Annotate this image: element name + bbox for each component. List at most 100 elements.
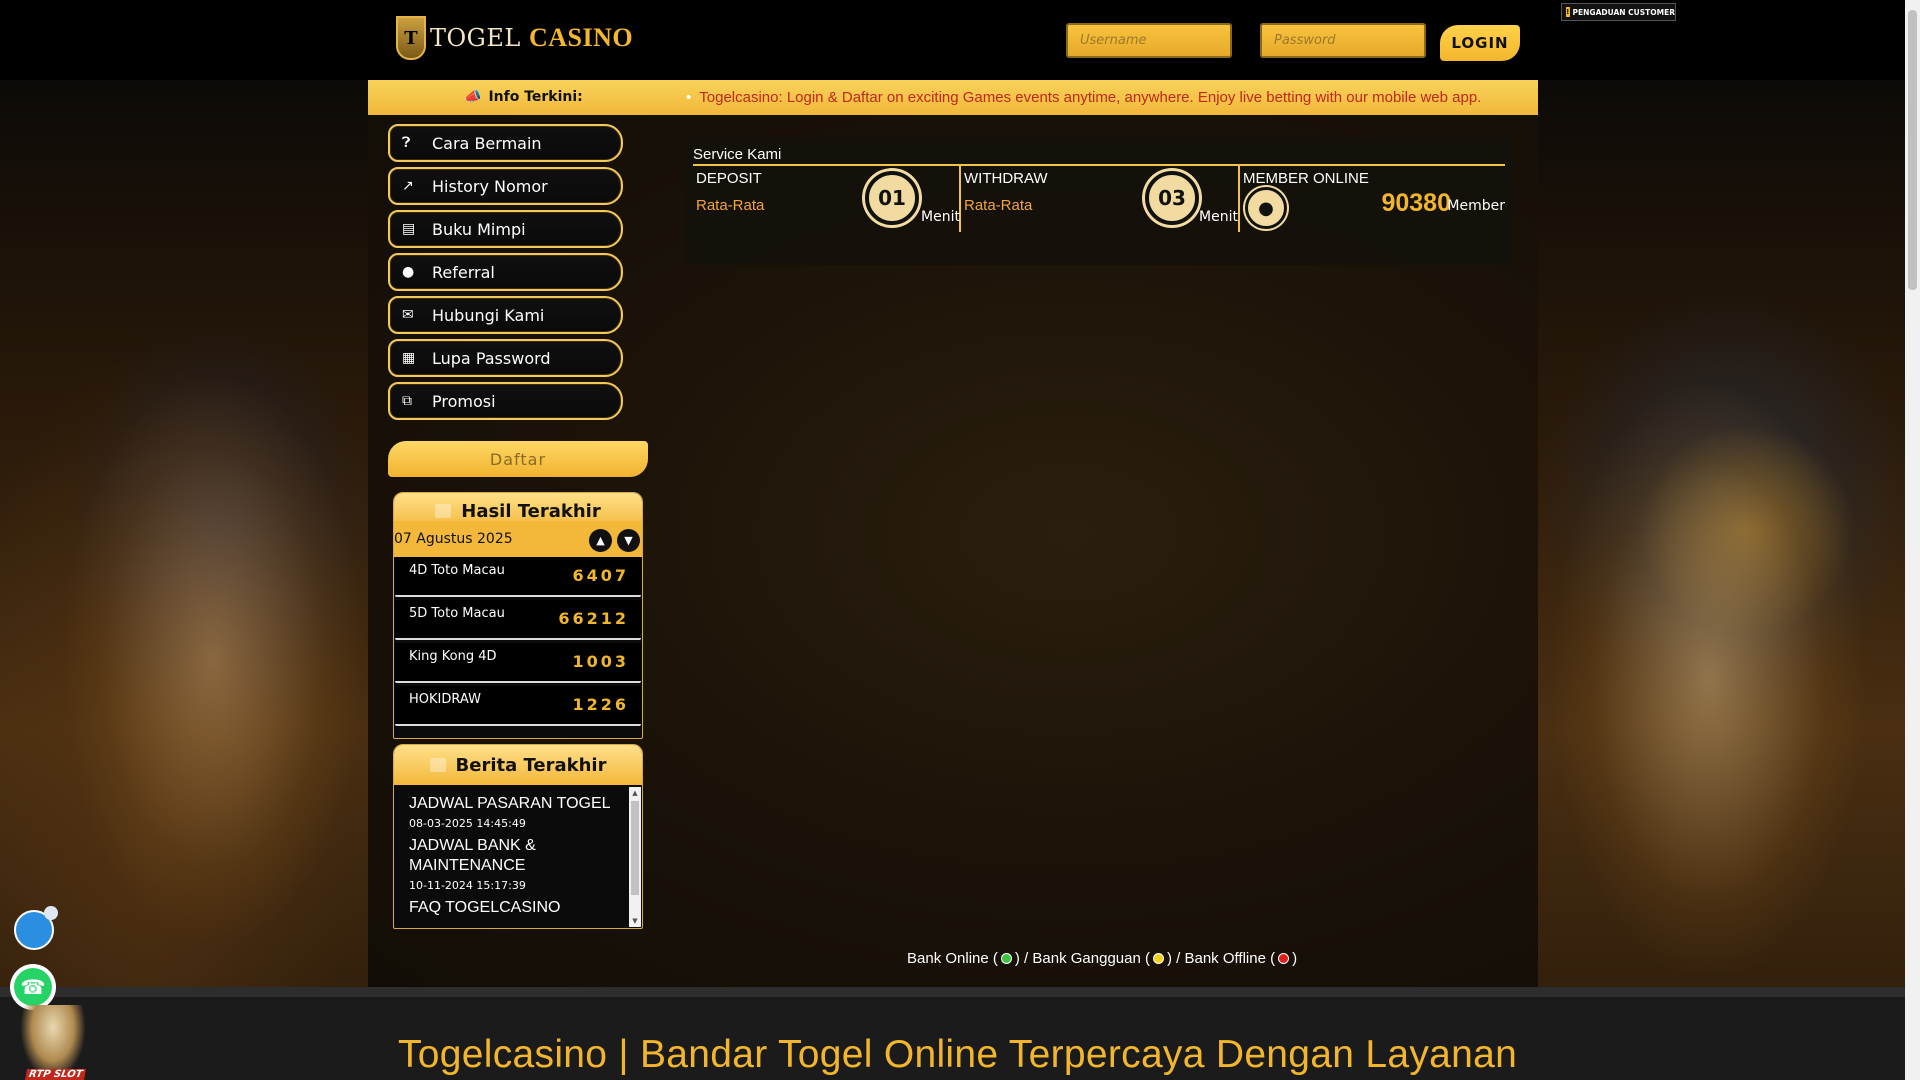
background-art-right: [1536, 80, 1920, 1080]
menu-item-buku-mimpi[interactable]: ▤ Buku Mimpi: [388, 210, 623, 248]
results-panel: Hasil Terakhir 07 Agustus 2025 ▲ ▼ 4D To…: [393, 492, 643, 739]
site-header: T TOGEL CASINO LOGIN ! PENGADUAN CUSTOME…: [0, 0, 1905, 80]
whatsapp-button[interactable]: ☎: [10, 964, 56, 1010]
news-item[interactable]: FAQ TOGELCASINO: [409, 898, 629, 918]
results-date-row: 07 Agustus 2025 ▲ ▼: [394, 521, 642, 557]
results-date: 07 Agustus 2025: [394, 531, 513, 547]
ticker-marquee-text: Togelcasino: Login & Daftar on exciting …: [686, 89, 1481, 106]
news-item[interactable]: JADWAL PASARAN TOGEL 08-03-2025 14:45:49: [409, 794, 629, 830]
news-item-title[interactable]: FAQ TOGELCASINO: [409, 898, 629, 918]
result-row: King Kong 4D 1003: [395, 643, 641, 683]
withdraw-stat: WITHDRAW Rata-Rata 03 Menit: [961, 166, 1240, 232]
online-status-dot: [1000, 953, 1012, 964]
background-art-left: [0, 80, 368, 1080]
group-users-icon: ●: [1245, 187, 1287, 229]
menu-item-label: Cara Bermain: [432, 133, 542, 153]
withdraw-minutes-word: Menit: [1199, 209, 1238, 225]
deposit-stat: DEPOSIT Rata-Rata 01 Menit: [693, 166, 961, 232]
news-item-title[interactable]: JADWAL PASARAN TOGEL: [409, 794, 629, 814]
calendar-icon: [429, 758, 446, 772]
deposit-minutes-word: Menit: [921, 209, 960, 225]
menu-item-lupa-password[interactable]: ▦ Lupa Password: [388, 339, 623, 377]
withdraw-label: WITHDRAW: [964, 170, 1048, 187]
menu-item-label: Buku Mimpi: [432, 219, 526, 239]
menu-item-cara-bermain[interactable]: ❓︎ Cara Bermain: [388, 124, 623, 162]
bank-online-label: Bank Online (: [907, 950, 998, 967]
clone-icon: ⧉: [402, 393, 412, 409]
megaphone-icon: 📣: [464, 89, 482, 105]
result-row: HOKIDRAW 1226: [395, 686, 641, 726]
results-title: Hasil Terakhir: [461, 500, 601, 522]
member-word: Member: [1447, 198, 1505, 214]
login-button[interactable]: LOGIN: [1440, 25, 1520, 61]
result-row: 4D Toto Macau 6407: [395, 557, 641, 597]
result-number: 66212: [558, 609, 629, 628]
page-scrollbar[interactable]: [1905, 0, 1920, 1080]
scroll-down-arrow-icon[interactable]: ▼: [629, 915, 641, 927]
bank-offline-label: ) / Bank Offline (: [1166, 950, 1276, 967]
service-panel: Service Kami DEPOSIT Rata-Rata 01 Menit …: [684, 137, 1514, 265]
daftar-button[interactable]: Daftar: [388, 441, 648, 477]
rtp-slot-widget[interactable]: RTP SLOT: [20, 1005, 87, 1080]
menu-item-hubungi-kami[interactable]: ✉ Hubungi Kami: [388, 296, 623, 334]
news-panel: Berita Terakhir JADWAL PASARAN TOGEL 08-…: [393, 744, 643, 929]
result-market-name: King Kong 4D: [409, 649, 497, 664]
result-number: 1226: [572, 695, 629, 714]
calendar-icon: ▦: [402, 350, 416, 366]
footer-heading: Togelcasino | Bandar Togel Online Terper…: [398, 1033, 1518, 1076]
deposit-sub: Rata-Rata: [696, 197, 765, 214]
news-scrollbar[interactable]: ▲ ▼: [629, 787, 641, 927]
news-item-date: 08-03-2025 14:45:49: [409, 817, 526, 830]
live-chat-bubble-icon[interactable]: [14, 906, 58, 950]
result-market-name: HOKIDRAW: [409, 692, 481, 707]
page-scrollbar-thumb[interactable]: [1908, 10, 1917, 290]
menu-item-label: Promosi: [432, 391, 496, 411]
info-ticker: 📣 Info Terkini: Togelcasino: Login & Daf…: [368, 80, 1538, 115]
username-input[interactable]: [1066, 23, 1232, 58]
rtp-slot-label: RTP SLOT: [25, 1069, 87, 1080]
bank-gangguan-label: ) / Bank Gangguan (: [1014, 950, 1150, 967]
chat-icon: ✉: [402, 307, 414, 323]
service-title: Service Kami: [693, 146, 782, 163]
withdraw-sub: Rata-Rata: [964, 197, 1033, 214]
chevron-down-icon[interactable]: ▼: [617, 529, 640, 552]
news-item-title[interactable]: JADWAL BANK & MAINTENANCE: [409, 836, 629, 876]
ticker-label: 📣 Info Terkini:: [464, 89, 583, 105]
crown-crest-icon: T: [396, 16, 426, 60]
logo-text-togel: TOGEL: [430, 24, 521, 52]
alarm-clock-icon: 03: [1145, 171, 1199, 225]
alarm-clock-icon: 01: [865, 171, 919, 225]
alert-icon: !: [1566, 7, 1570, 17]
menu-item-label: Referral: [432, 262, 495, 282]
customer-complaint-button[interactable]: ! PENGADUAN CUSTOMER: [1561, 3, 1676, 21]
site-logo[interactable]: T TOGEL CASINO: [396, 14, 633, 62]
member-online-stat: MEMBER ONLINE ● 90380 Member: [1240, 166, 1507, 232]
logo-text-casino: CASINO: [528, 23, 634, 52]
menu-item-label: History Nomor: [432, 176, 548, 196]
gangguan-status-dot: [1152, 953, 1164, 964]
news-item[interactable]: JADWAL BANK & MAINTENANCE 10-11-2024 15:…: [409, 836, 629, 892]
news-title: Berita Terakhir: [455, 754, 607, 776]
menu-item-history-nomor[interactable]: ↗ History Nomor: [388, 167, 623, 205]
menu-item-referral[interactable]: ● Referral: [388, 253, 623, 291]
newspaper-icon: ▤: [402, 221, 416, 237]
password-input[interactable]: [1260, 23, 1426, 58]
menu-item-label: Hubungi Kami: [432, 305, 545, 325]
line-chart-icon: ↗: [402, 178, 414, 194]
menu-item-label: Lupa Password: [432, 348, 551, 368]
news-list[interactable]: JADWAL PASARAN TOGEL 08-03-2025 14:45:49…: [394, 785, 629, 928]
chevron-up-icon[interactable]: ▲: [589, 529, 612, 552]
result-market-name: 5D Toto Macau: [409, 606, 505, 621]
member-online-label: MEMBER ONLINE: [1243, 170, 1369, 187]
result-number: 1003: [572, 652, 629, 671]
whatsapp-icon: ☎: [14, 968, 52, 1006]
member-count: 90380: [1381, 189, 1451, 217]
news-header: Berita Terakhir: [394, 745, 642, 785]
ticker-label-text: Info Terkini:: [488, 89, 583, 105]
scrollbar-thumb[interactable]: [631, 801, 639, 895]
users-icon: ●: [402, 264, 415, 280]
deposit-label: DEPOSIT: [696, 170, 762, 187]
news-item-date: 10-11-2024 15:17:39: [409, 879, 526, 892]
scroll-up-arrow-icon[interactable]: ▲: [629, 787, 641, 799]
menu-item-promosi[interactable]: ⧉ Promosi: [388, 382, 623, 420]
